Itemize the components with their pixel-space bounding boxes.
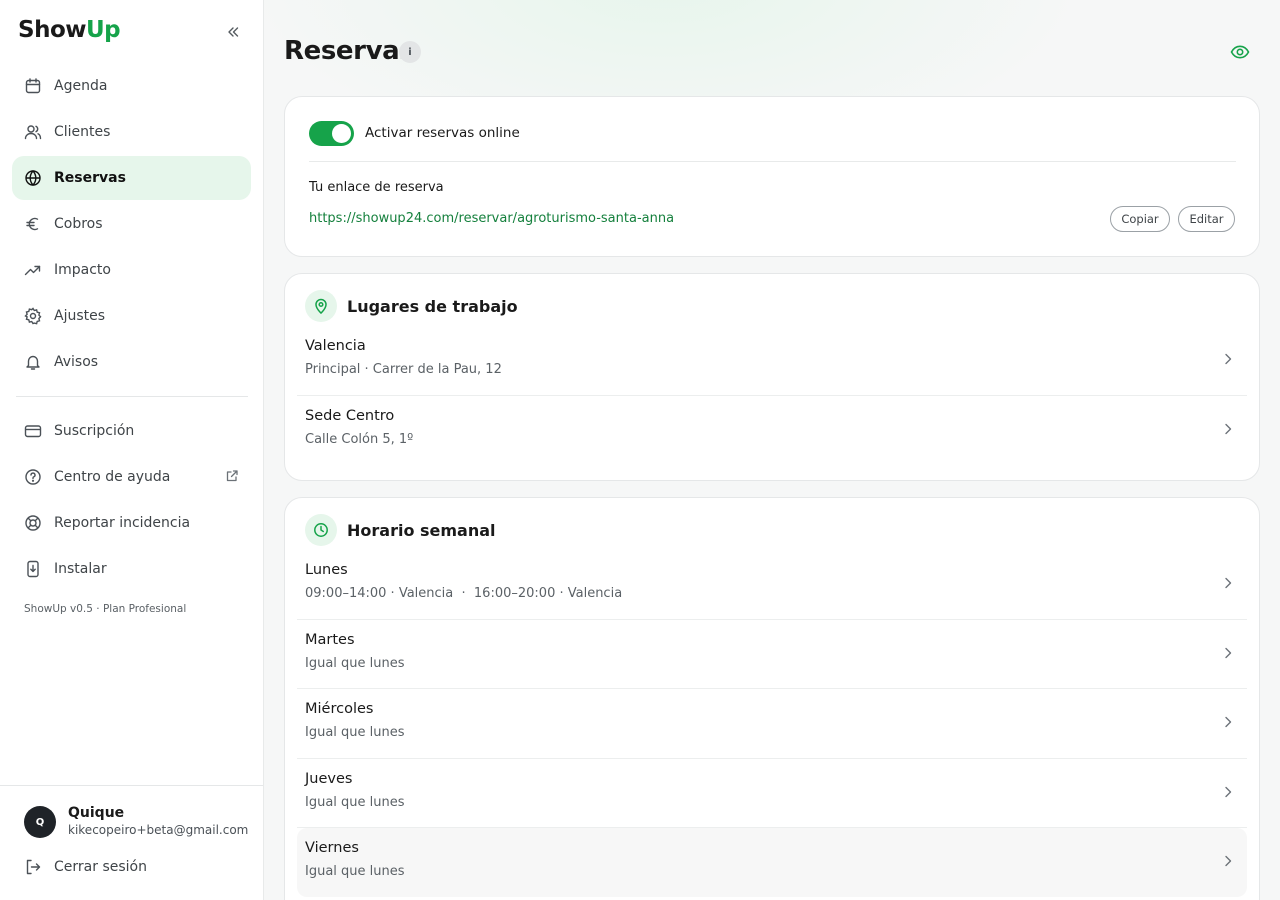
external-link-icon (225, 469, 239, 483)
version-text: ShowUp v0.5 · Plan Profesional (24, 603, 187, 615)
sidebar-item-avisos[interactable]: Avisos (12, 340, 251, 384)
day-detail: Igual que lunes (305, 795, 405, 810)
chevron-right-icon (1225, 855, 1232, 867)
weekly-schedule-card: Horario semanal Lunes 09:00–14:00 · Vale… (284, 497, 1260, 900)
sidebar-item-clientes[interactable]: Clientes (12, 110, 251, 154)
chevron-right-icon (1225, 353, 1232, 365)
chevron-right-icon (1225, 647, 1232, 659)
sidebar-item-label: Instalar (54, 561, 107, 577)
download-icon (24, 560, 42, 578)
booking-link-url[interactable]: https://showup24.com/reservar/agroturism… (309, 211, 674, 226)
sidebar-item-label: Centro de ayuda (54, 469, 171, 485)
day-detail: Igual que lunes (305, 725, 405, 740)
avatar[interactable]: Q (24, 806, 56, 838)
sidebar-item-label: Clientes (54, 124, 111, 140)
map-pin-icon (305, 290, 337, 322)
app-logo[interactable]: ShowUp (18, 17, 121, 43)
schedule-day-row-miercoles[interactable]: Miércoles Igual que lunes (297, 689, 1247, 758)
sidebar-item-agenda[interactable]: Agenda (12, 64, 251, 108)
schedule-day-row-lunes[interactable]: Lunes 09:00–14:00 · Valencia · 16:00–20:… (297, 550, 1247, 619)
card-divider (309, 161, 1236, 162)
sidebar-item-suscripcion[interactable]: Suscripción (12, 409, 251, 453)
booking-link-title: Tu enlace de reserva (309, 180, 444, 195)
credit-card-icon (24, 422, 42, 440)
workplace-name: Sede Centro (305, 408, 395, 424)
sidebar-item-cobros[interactable]: Cobros (12, 202, 251, 246)
sidebar-item-label: Impacto (54, 262, 111, 278)
schedule-day-row-martes[interactable]: Martes Igual que lunes (297, 620, 1247, 689)
logo-text-show: Show (18, 17, 87, 43)
trending-up-icon (24, 261, 42, 279)
day-name: Jueves (305, 771, 353, 787)
calendar-icon (24, 77, 42, 95)
help-circle-icon (24, 468, 42, 486)
day-detail: 09:00–14:00 · Valencia · 16:00–20:00 · V… (305, 586, 623, 601)
chevron-right-icon (1225, 716, 1232, 728)
day-detail: Igual que lunes (305, 864, 405, 879)
day-name: Miércoles (305, 701, 374, 717)
chevrons-left-icon (228, 27, 239, 37)
schedule-day-row-viernes[interactable]: Viernes Igual que lunes (297, 828, 1247, 897)
day-name: Lunes (305, 562, 348, 578)
workplace-detail: Principal · Carrer de la Pau, 12 (305, 362, 502, 377)
workplaces-title: Lugares de trabajo (347, 296, 518, 316)
chevron-right-icon (1225, 577, 1232, 589)
logout-button[interactable]: Cerrar sesión (12, 845, 251, 889)
schedule-header: Horario semanal (305, 514, 496, 546)
sidebar-item-impacto[interactable]: Impacto (12, 248, 251, 292)
workplace-name: Valencia (305, 338, 366, 354)
globe-icon (24, 169, 42, 187)
schedule-title: Horario semanal (347, 520, 496, 540)
sidebar-item-label: Avisos (54, 354, 99, 370)
sidebar-divider (16, 396, 248, 397)
day-detail: Igual que lunes (305, 656, 405, 671)
online-booking-toggle[interactable] (309, 121, 354, 146)
collapse-sidebar-button[interactable] (223, 22, 243, 42)
logo-text-up: Up (86, 17, 121, 43)
sidebar-item-instalar[interactable]: Instalar (12, 547, 251, 591)
workplaces-card: Lugares de trabajo Valencia Principal · … (284, 273, 1260, 481)
sidebar-item-label: Cobros (54, 216, 103, 232)
main-content: Reservas i Activar reservas online Tu en… (264, 0, 1280, 900)
lifebuoy-icon (24, 514, 42, 532)
sidebar-item-label: Agenda (54, 78, 108, 94)
bell-icon (24, 353, 42, 371)
sidebar-item-label: Suscripción (54, 423, 135, 439)
sidebar-item-label: Ajustes (54, 308, 106, 324)
logout-label: Cerrar sesión (54, 859, 147, 875)
euro-icon (24, 215, 42, 233)
copy-link-button[interactable]: Copiar (1110, 206, 1170, 232)
workplace-detail: Calle Colón 5, 1º (305, 432, 414, 447)
logout-icon (24, 858, 42, 876)
workplace-row[interactable]: Valencia Principal · Carrer de la Pau, 1… (297, 326, 1247, 395)
chevron-right-icon (1225, 786, 1232, 798)
toggle-knob (332, 124, 351, 143)
preview-button[interactable] (1227, 40, 1253, 64)
users-icon (24, 123, 42, 141)
eye-icon (1230, 45, 1250, 59)
chevron-right-icon (1225, 423, 1232, 435)
page-title: Reservas (284, 36, 415, 66)
sidebar-item-reportar-incidencia[interactable]: Reportar incidencia (12, 501, 251, 545)
sidebar-item-centro-de-ayuda[interactable]: Centro de ayuda (12, 455, 251, 499)
edit-link-button[interactable]: Editar (1178, 206, 1235, 232)
sidebar-item-label: Reportar incidencia (54, 515, 191, 531)
workplace-row[interactable]: Sede Centro Calle Colón 5, 1º (297, 396, 1247, 465)
workplaces-header: Lugares de trabajo (305, 290, 518, 322)
sidebar-item-ajustes[interactable]: Ajustes (12, 294, 251, 338)
clock-icon (305, 514, 337, 546)
online-booking-label: Activar reservas online (365, 125, 520, 141)
gear-icon (24, 307, 42, 325)
user-name: Quique (68, 805, 125, 821)
sidebar: ShowUp Agenda Clientes Reservas Cobros I… (0, 0, 264, 900)
sidebar-item-label: Reservas (54, 170, 126, 186)
user-email: kikecopeiro+beta@gmail.com (68, 823, 249, 837)
info-icon[interactable]: i (399, 41, 421, 63)
schedule-day-row-jueves[interactable]: Jueves Igual que lunes (297, 759, 1247, 828)
booking-link-card: Activar reservas online Tu enlace de res… (284, 96, 1260, 257)
sidebar-item-reservas[interactable]: Reservas (12, 156, 251, 200)
day-name: Martes (305, 632, 355, 648)
day-name: Viernes (305, 840, 359, 856)
user-panel: Q Quique kikecopeiro+beta@gmail.com Cerr… (0, 785, 263, 900)
